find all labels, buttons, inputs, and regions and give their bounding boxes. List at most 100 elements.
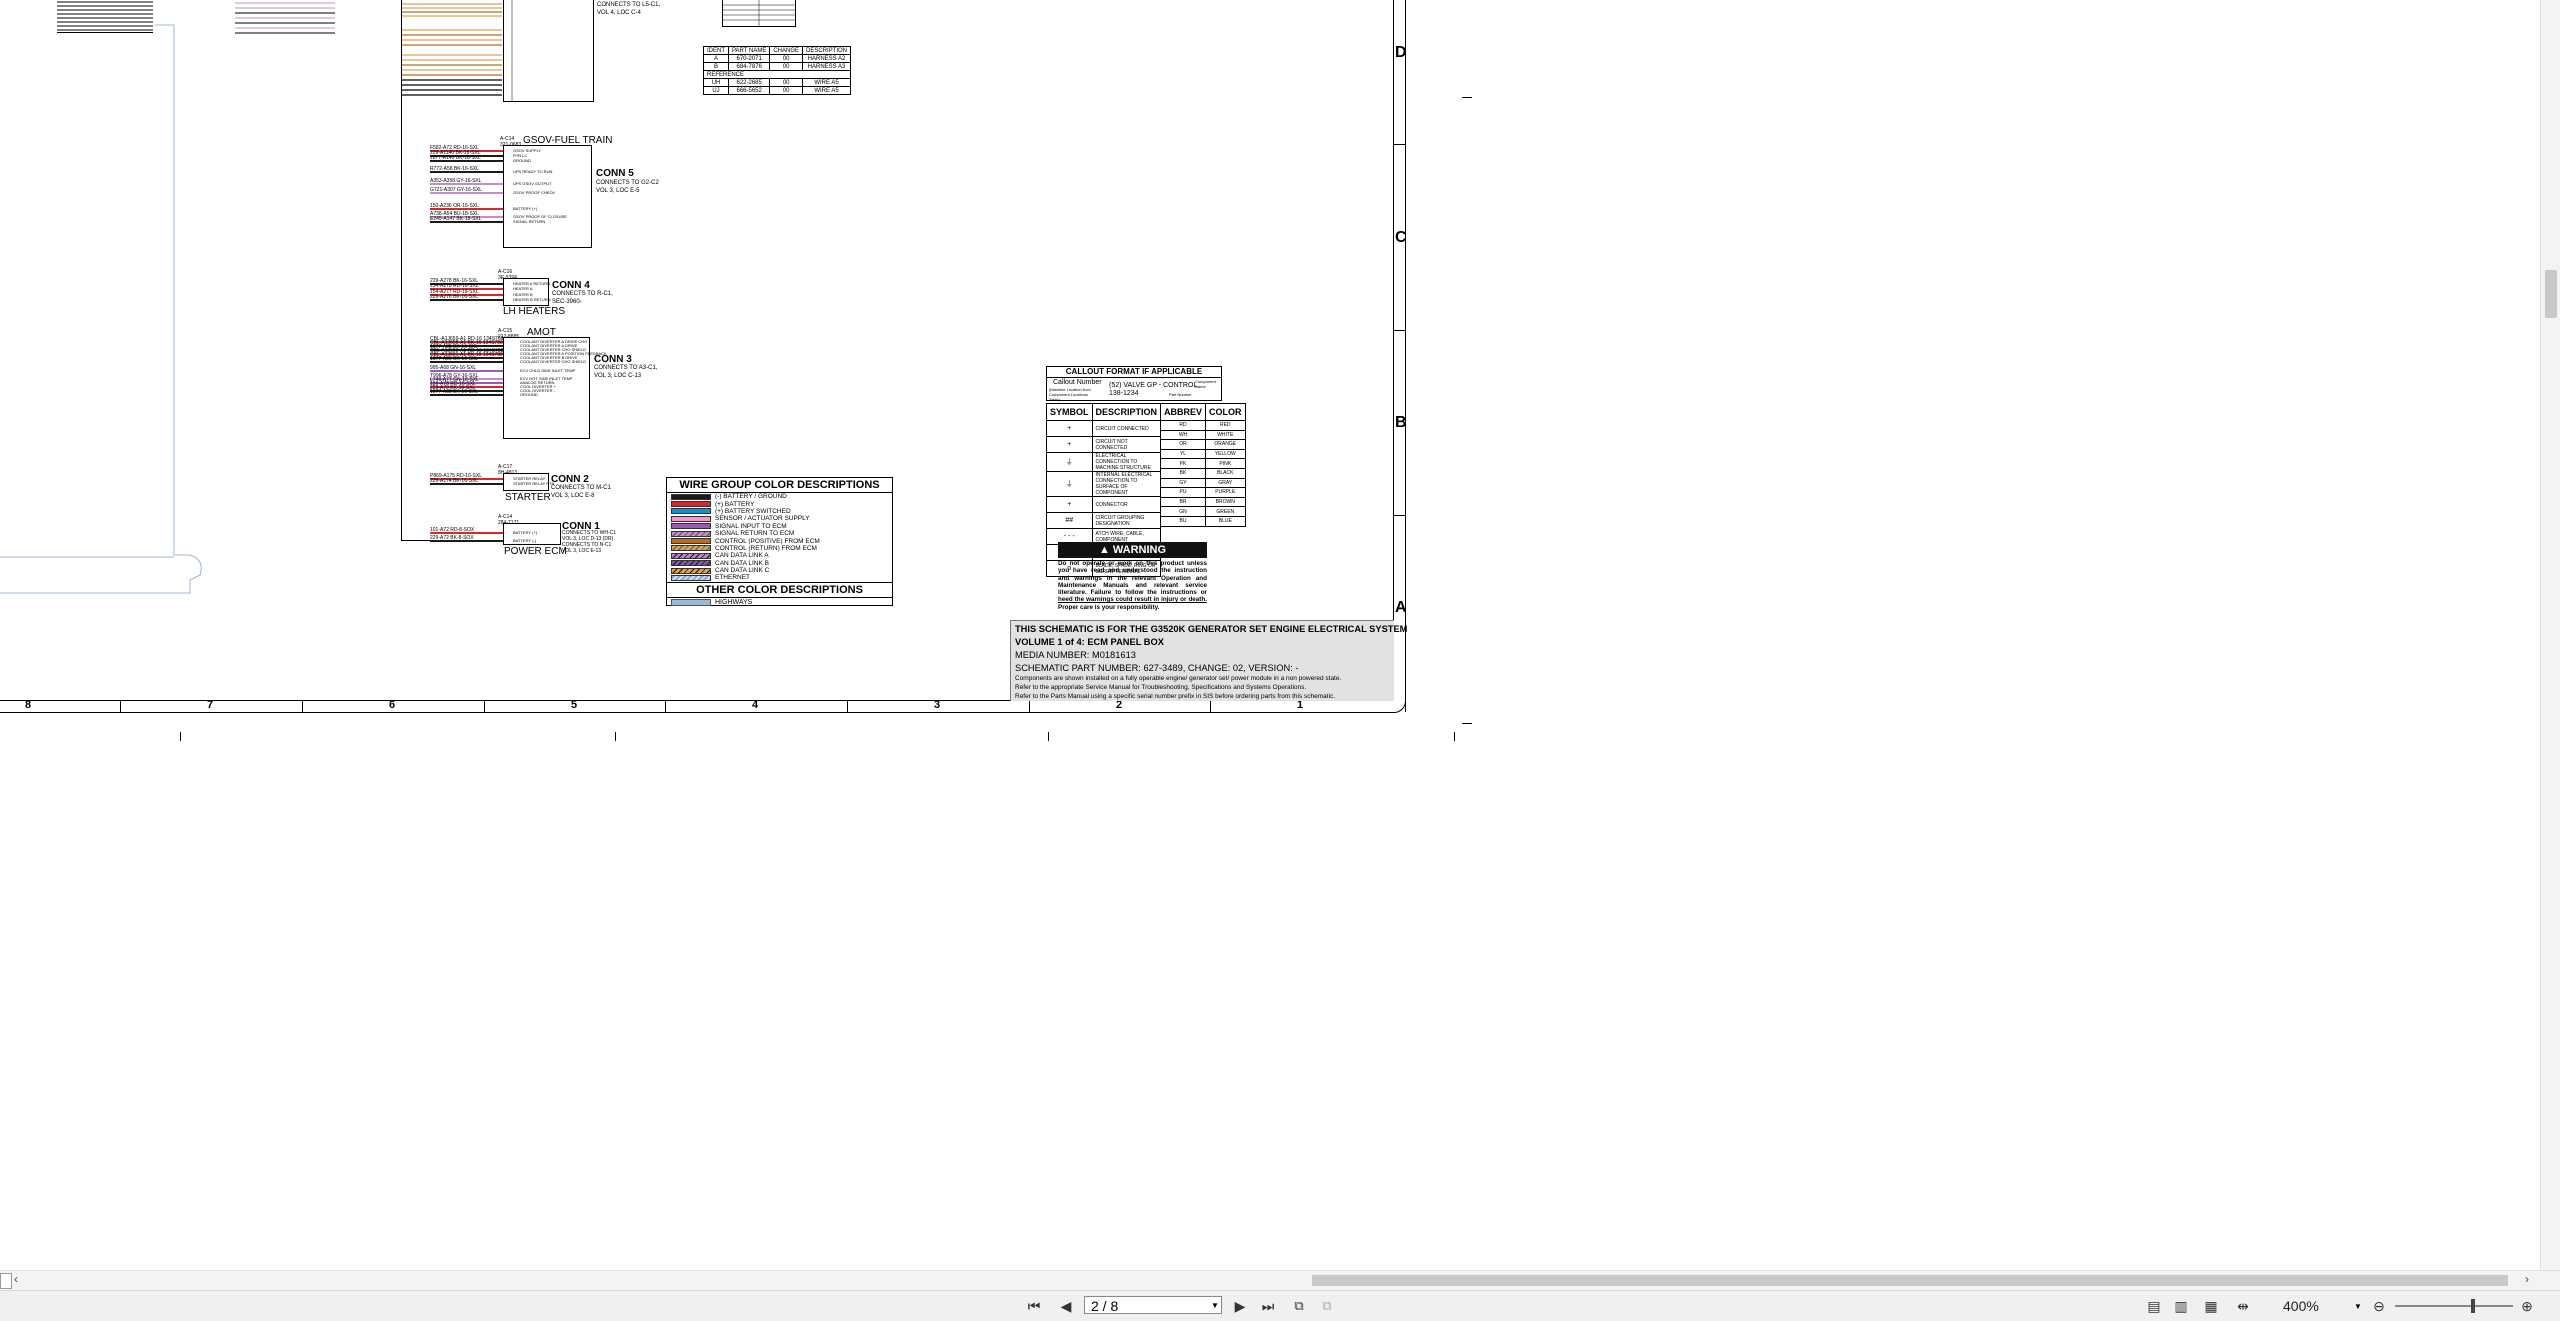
legend-row: CAN DATA LINK C: [667, 567, 892, 574]
legend-swatch: [671, 493, 711, 500]
horizontal-scrollbar[interactable]: ‹ ›: [0, 1270, 2560, 1291]
conn3-wire-label: 1877-A88 BK-16-SXL: [430, 389, 479, 395]
callout-example-2: 138-1234: [1109, 390, 1139, 397]
revision-cell: 00: [769, 54, 804, 63]
conn5-pin-label: UPS GSOV OUTPUT: [513, 181, 552, 186]
symbol-glyph: +: [1046, 496, 1093, 513]
color-abbrev-table: ABBREV COLOR RD RED WH WHITE OR ORANGE YL YELLOW…: [1159, 403, 1246, 527]
page-mark: [1462, 723, 1472, 724]
revision-row: UH 622-2685 00 WIRE A5: [703, 78, 852, 87]
color-row: GN GREEN: [1159, 506, 1246, 517]
legend-label: CAN DATA LINK A: [715, 552, 769, 560]
title-note-2: Refer to the appropriate Service Manual …: [1015, 684, 1307, 691]
scroll-left-arrow-icon[interactable]: ‹: [14, 1272, 18, 1286]
previous-view-icon[interactable]: ⧉: [1288, 1297, 1310, 1315]
conn5-note: CONNECTS TO G2-C2 VOL 3, LOC E-5: [596, 179, 659, 195]
fit-width-icon[interactable]: ⇹: [2232, 1297, 2254, 1315]
legend-label: (+) BATTERY SWITCHED: [715, 507, 791, 515]
revision-cell: 670-2071: [727, 54, 771, 63]
continuous-view-icon[interactable]: ▥: [2170, 1297, 2192, 1315]
revision-cell: UH: [703, 78, 729, 87]
page-mark: [615, 732, 616, 741]
conn5-wire-label: 150-A236 OR-16-SXL: [430, 203, 479, 209]
legend-label: (-) BATTERY / GROUND: [715, 493, 787, 501]
zone-tick: [120, 700, 121, 712]
conn5-pin-label: UPS READY TO RUN: [513, 169, 553, 174]
wire-bundle-lines: [57, 1, 153, 31]
color-abbrev: WH: [1159, 429, 1207, 441]
color-abbrev: OR: [1159, 439, 1207, 450]
wire-bundle-top-left: [57, 0, 153, 33]
legend-row: CONTROL (POSITIVE) FROM ECM: [667, 537, 892, 545]
symbol-row: ⏚ INTERNAL ELECTRICAL CONNECTION TO SURFA…: [1046, 471, 1162, 497]
legend-row-highways: HIGHWAYS: [667, 598, 892, 608]
symbol-glyph: +: [1046, 436, 1093, 453]
revision-cell: 622-2685: [727, 78, 771, 87]
zone-tick: [1393, 515, 1405, 516]
symbol-description: ELECTRICAL CONNECTION TO MACHINE STRUCTU…: [1091, 452, 1162, 472]
zoom-in-icon[interactable]: ⊕: [2518, 1297, 2536, 1315]
conn4-note: CONNECTS TO R-C1, SEC-3960-: [552, 290, 613, 306]
two-page-view-icon[interactable]: ▦: [2200, 1297, 2222, 1315]
zone-col-8: 8: [25, 699, 32, 711]
next-page-icon[interactable]: ▶: [1232, 1297, 1248, 1315]
legend-label: ETHERNET: [715, 574, 751, 582]
horizontal-scroll-thumb[interactable]: [1312, 1275, 2508, 1286]
conn5-wire-label: R772-A58 BK-16-SXL: [430, 166, 479, 172]
symbol-row: + CONNECTOR: [1046, 496, 1162, 513]
color-name: RED: [1205, 420, 1246, 431]
zoom-slider-handle[interactable]: [2471, 1299, 2475, 1313]
conn3-pin-label: COOLANT DIVERTER CHO SHIELD: [520, 359, 587, 364]
conn2-component: STARTER: [505, 492, 551, 503]
page-dropdown-chevron-icon[interactable]: ▼: [1211, 1301, 1219, 1310]
other-legend-title: OTHER COLOR DESCRIPTIONS: [667, 581, 892, 598]
previous-page-icon[interactable]: ◀: [1058, 1297, 1074, 1315]
vertical-scroll-thumb[interactable]: [2545, 270, 2557, 318]
zoom-slider-track[interactable]: [2395, 1305, 2513, 1307]
conn2-wire-label: 229-A174 BK-16-SXL: [430, 478, 479, 484]
title-line-3: MEDIA NUMBER: M0181613: [1015, 650, 1136, 660]
revision-cell: 666-5652: [727, 86, 771, 95]
warning-title: WARNING: [1112, 544, 1167, 556]
color-abbrev: PU: [1159, 487, 1207, 498]
page-number-input[interactable]: 2 / 8: [1084, 1296, 1222, 1314]
scroll-left-box[interactable]: [0, 1273, 12, 1289]
zoom-out-icon[interactable]: ⊖: [2370, 1297, 2388, 1315]
zone-tick: [1393, 330, 1405, 331]
zone-label-d: D: [1395, 44, 1407, 61]
zone-tick: [484, 700, 485, 712]
next-view-icon[interactable]: ⧉: [1316, 1297, 1338, 1315]
conn4-component: LH HEATERS: [503, 306, 566, 317]
revision-cell: 00: [769, 78, 804, 87]
color-abbrev: YL: [1159, 448, 1207, 460]
callout-part-number: Part Number: [1169, 392, 1192, 397]
color-rows: RD RED WH WHITE OR ORANGE YL YELLOW PK PINK BK BLAC…: [1159, 420, 1246, 527]
legend-swatch: [671, 538, 711, 545]
top-connector-note-2: VOL 4, LOC C-4: [597, 10, 641, 16]
outer-bottom-border-line: [0, 712, 1394, 713]
top-connector-note: CONNECTS TO L5-C1, VOL 4, LOC C-4: [597, 1, 660, 17]
color-name: ORANGE: [1205, 439, 1246, 450]
page-mark: [180, 732, 181, 741]
highways-swatch: [671, 599, 711, 607]
vertical-scrollbar[interactable]: [2540, 0, 2560, 1270]
first-page-icon[interactable]: ⏮: [1025, 1297, 1043, 1315]
color-name: WHITE: [1205, 429, 1246, 441]
conn4-note-2: SEC-3960-: [552, 299, 582, 305]
revision-header-row: IDENT PART NAME CHANGE DESCRIPTION: [703, 46, 852, 55]
conn5-title: CONN 5: [596, 168, 634, 179]
legend-swatch: [671, 515, 711, 522]
zoom-level[interactable]: 400%: [2283, 1297, 2319, 1315]
legend-row: SIGNAL INPUT TO ECM: [667, 523, 892, 530]
zoom-dropdown-chevron-icon[interactable]: ▼: [2354, 1302, 2362, 1311]
last-page-icon[interactable]: ⏭: [1258, 1297, 1278, 1315]
scroll-right-arrow-icon[interactable]: ›: [2525, 1272, 2529, 1286]
conn1-note-4: VOL 3, LOC E-13: [562, 548, 601, 554]
single-page-view-icon[interactable]: ▤: [2143, 1297, 2165, 1315]
top-connector-box: [503, 0, 594, 102]
warning-text: Do not operate or work on this product u…: [1058, 560, 1207, 611]
revision-cell: 00: [769, 62, 804, 71]
legend-row: SIGNAL RETURN TO ECM: [667, 530, 892, 537]
top-connector-wires: [402, 3, 502, 96]
legend-swatch: [671, 523, 711, 530]
